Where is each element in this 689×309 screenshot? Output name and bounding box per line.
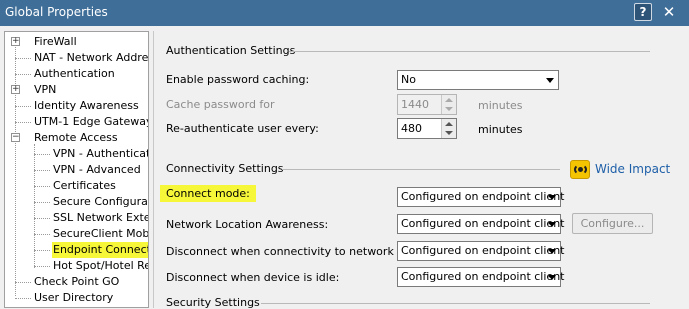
window-title: Global Properties — [5, 5, 108, 19]
spinner-buttons[interactable] — [441, 95, 456, 114]
wide-impact-icon — [570, 160, 590, 179]
auth-section-title: Authentication Settings — [166, 44, 296, 57]
tree-line — [34, 186, 50, 187]
tree-item-label: Hot Spot/Hotel Re — [53, 259, 149, 272]
connect-mode-value: Configured on endpoint client — [401, 190, 565, 203]
tree-item-label: UTM-1 Edge Gateway — [34, 115, 149, 128]
security-section-divider — [261, 303, 650, 304]
help-button[interactable]: ? — [634, 3, 652, 21]
nla-value: Configured on endpoint client — [401, 217, 565, 230]
chevron-down-icon — [548, 249, 556, 254]
chevron-down-icon — [548, 275, 556, 280]
tree-item-label: VPN - Authenticatio — [53, 147, 148, 160]
cache-password-spinner[interactable]: 1440 — [397, 94, 457, 115]
tree-item-label: SSL Network Exter — [53, 211, 149, 224]
close-icon: ✕ — [662, 3, 676, 21]
tree-line — [15, 298, 31, 299]
spin-down-icon — [445, 107, 453, 111]
tree-item-label: Authentication — [34, 67, 115, 80]
nla-select[interactable]: Configured on endpoint client — [397, 214, 565, 234]
tree-item-label: SecureClient Mobil — [53, 227, 149, 240]
reauth-spinner[interactable]: 480 — [397, 118, 457, 139]
tree-line — [34, 202, 50, 203]
tree-line — [15, 38, 16, 296]
connect-mode-label: Connect mode: — [160, 185, 256, 202]
tree-line — [15, 122, 31, 123]
tree-item-label: NAT - Network Addres — [34, 51, 149, 64]
configure-button[interactable]: Configure... — [572, 213, 653, 234]
tree-line — [34, 170, 50, 171]
cache-password-unit: minutes — [478, 99, 523, 112]
tree-line — [34, 266, 50, 267]
disconnect-idle-label: Disconnect when device is idle: — [166, 271, 340, 284]
navigation-tree[interactable]: + FireWall NAT - Network Addres Authenti… — [4, 31, 149, 308]
disconnect-lost-select[interactable]: Configured on endpoint client — [397, 241, 565, 261]
title-bar: Global Properties ? ✕ — [0, 0, 689, 26]
tree-line — [15, 106, 31, 107]
collapse-icon[interactable]: − — [11, 133, 20, 142]
tree-line — [34, 218, 50, 219]
chevron-down-icon — [548, 195, 556, 200]
tree-item-label: Check Point GO — [34, 275, 120, 288]
connect-mode-select[interactable]: Configured on endpoint client — [397, 187, 565, 207]
reauth-label: Re-authenticate user every: — [166, 122, 319, 135]
tree-item-label: FireWall — [34, 35, 77, 48]
cache-password-value: 1440 — [401, 98, 429, 111]
spin-up-icon — [445, 98, 453, 102]
connectivity-section-divider — [282, 169, 560, 170]
chevron-down-icon — [548, 222, 556, 227]
password-caching-select[interactable]: No — [397, 70, 559, 90]
expand-icon[interactable]: + — [11, 37, 20, 46]
nla-label: Network Location Awareness: — [166, 218, 329, 231]
cache-password-label: Cache password for — [166, 98, 275, 111]
tree-item-label: VPN - Advanced — [53, 163, 141, 176]
reauth-value: 480 — [401, 122, 422, 135]
chevron-down-icon — [546, 78, 554, 83]
reauth-unit: minutes — [478, 123, 523, 136]
password-caching-value: No — [401, 73, 416, 86]
expand-icon[interactable]: + — [11, 85, 20, 94]
tree-item-label: Remote Access — [34, 131, 118, 144]
wide-impact-link[interactable]: Wide Impact — [595, 162, 670, 176]
disconnect-idle-value: Configured on endpoint client — [401, 270, 565, 283]
spin-up-icon — [445, 122, 453, 126]
help-icon: ? — [639, 5, 647, 19]
disconnect-lost-value: Configured on endpoint client — [401, 244, 565, 257]
spinner-buttons[interactable] — [441, 119, 456, 138]
tree-item-label: Identity Awareness — [34, 99, 139, 112]
security-section-title: Security Settings — [166, 296, 260, 309]
tree-item-label: Certificates — [53, 179, 116, 192]
tree-line — [15, 74, 31, 75]
close-button[interactable]: ✕ — [660, 3, 678, 21]
tree-item-label: User Directory — [34, 291, 114, 304]
password-caching-label: Enable password caching: — [166, 73, 310, 86]
disconnect-idle-select[interactable]: Configured on endpoint client — [397, 267, 565, 287]
tree-item-label-selected: Endpoint Connect — [52, 242, 148, 258]
connect-mode-label-text: Connect mode: — [160, 185, 256, 202]
auth-section-divider — [289, 51, 650, 52]
tree-line — [34, 154, 50, 155]
tree-line — [34, 234, 50, 235]
tree-line — [34, 250, 50, 251]
spin-down-icon — [445, 131, 453, 135]
settings-panel: Authentication Settings Enable password … — [153, 31, 689, 309]
tree-item-label: VPN — [34, 83, 57, 96]
disconnect-lost-label: Disconnect when connectivity to network … — [166, 245, 434, 258]
tree-line — [15, 282, 31, 283]
tree-item-label: Secure Configuratio — [53, 195, 148, 208]
connectivity-section-title: Connectivity Settings — [166, 162, 284, 175]
tree-line — [15, 58, 31, 59]
